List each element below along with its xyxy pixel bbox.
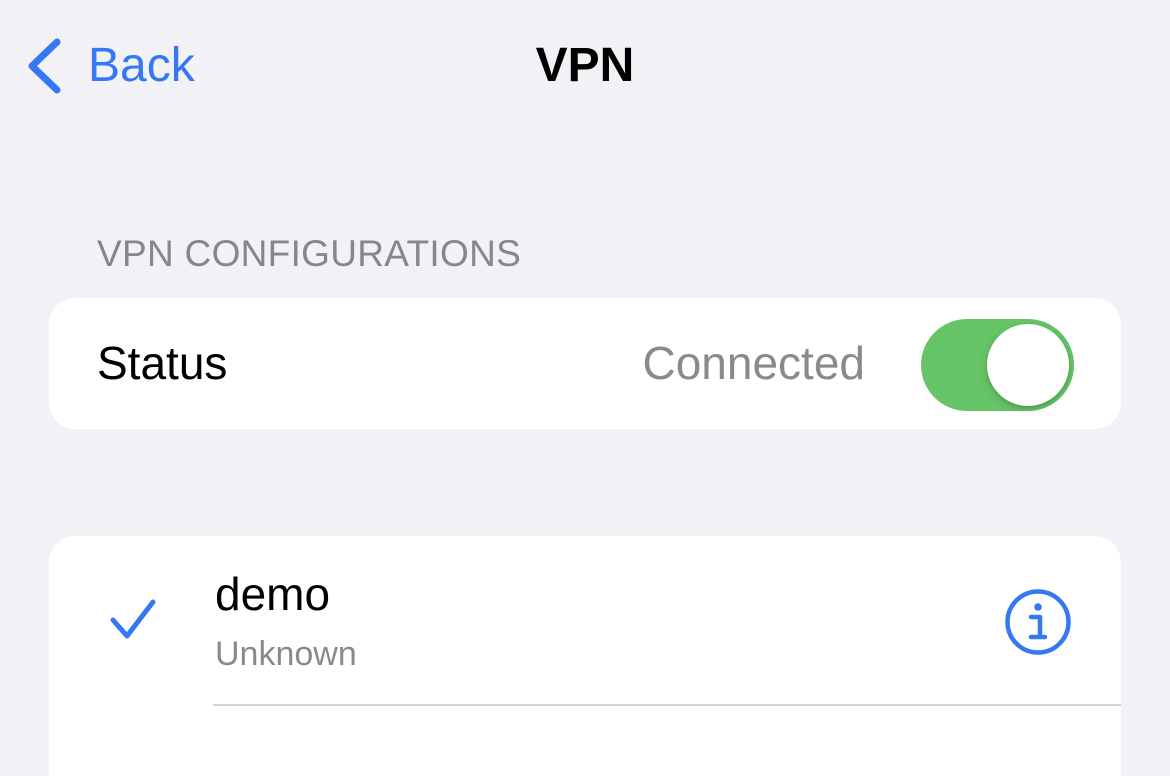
status-card: Status Connected bbox=[49, 298, 1121, 429]
vpn-status-toggle[interactable] bbox=[921, 319, 1074, 411]
toggle-knob bbox=[987, 324, 1069, 406]
info-circle-icon[interactable] bbox=[1004, 588, 1072, 656]
configurations-list: demo Unknown bbox=[49, 536, 1121, 776]
config-status: Unknown bbox=[215, 635, 357, 673]
page-title: VPN bbox=[535, 39, 635, 92]
navigation-bar: Back VPN bbox=[0, 0, 1170, 134]
section-header-vpn-configurations: VPN CONFIGURATIONS bbox=[97, 233, 522, 274]
row-divider bbox=[213, 704, 1121, 706]
checkmark-icon bbox=[110, 599, 156, 639]
status-value: Connected bbox=[642, 337, 866, 389]
config-name: demo bbox=[215, 568, 331, 620]
list-item-config-demo[interactable]: demo Unknown bbox=[49, 536, 1121, 706]
status-label: Status bbox=[97, 337, 228, 389]
